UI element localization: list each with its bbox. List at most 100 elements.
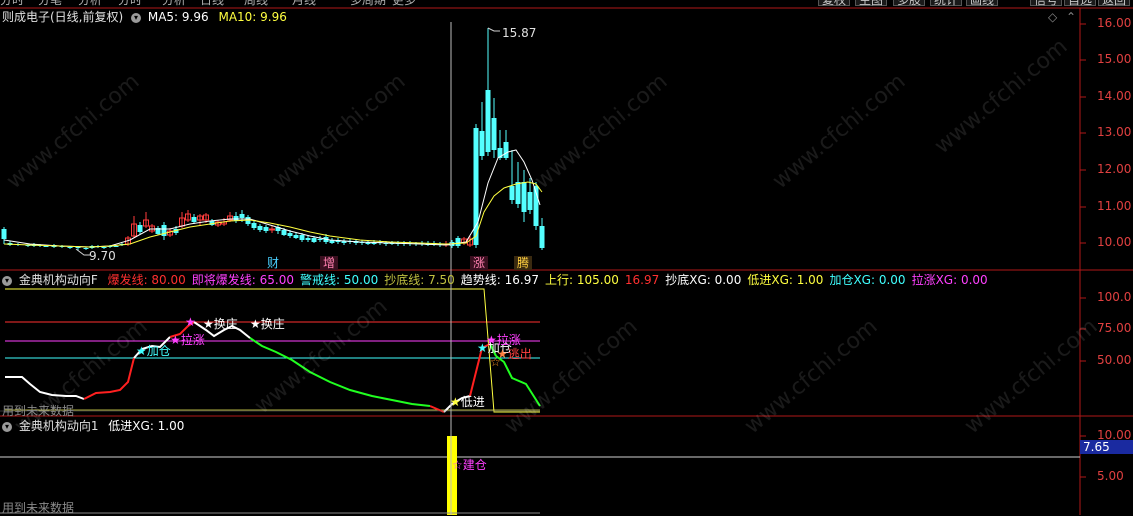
- y-tick-label: 75.00: [1097, 321, 1132, 335]
- toolbar-item[interactable]: 分析: [162, 0, 186, 7]
- candle-body: [137, 225, 143, 232]
- signal-huanzhuang-1: ★换庄: [203, 317, 238, 331]
- y-tick-label: 15.00: [1097, 52, 1132, 66]
- indicator1-value: 拉涨XG: 0.00: [911, 273, 988, 287]
- star-icon: ★: [486, 333, 497, 347]
- indicator1-value: 爆发线: 80.00: [107, 273, 186, 287]
- candle-body: [299, 235, 305, 240]
- candle-body: [43, 246, 49, 247]
- candle-body: [515, 182, 521, 204]
- star-icon: ★: [250, 317, 261, 331]
- toolbar-button[interactable]: 自选: [1064, 0, 1097, 7]
- signal-lazhang: ★拉涨: [170, 333, 205, 347]
- chevron-down-icon[interactable]: ▾: [131, 12, 142, 23]
- toolbar-item[interactable]: 多周期: [350, 0, 386, 7]
- toolbar-item[interactable]: 周线: [244, 0, 268, 7]
- high-mark-leader: [487, 27, 500, 32]
- indicator1-value: 抄底线: 7.50: [384, 273, 455, 287]
- chevron-up-icon[interactable]: ⌃: [1066, 10, 1076, 24]
- event-label-teng[interactable]: 腾: [514, 256, 533, 270]
- toolbar-button[interactable]: 多股: [893, 0, 926, 7]
- toolbar-button[interactable]: 统计: [930, 0, 963, 7]
- toolbar-item[interactable]: 月线: [292, 0, 316, 7]
- candle-body: [1, 229, 7, 239]
- event-label-zeng[interactable]: 增: [320, 256, 339, 270]
- candlestick-series: [1, 27, 545, 256]
- indicator2-plot: [0, 436, 1080, 515]
- toolbar-button[interactable]: 信号: [1030, 0, 1063, 7]
- stock-title[interactable]: 则成电子(日线,前复权): [2, 10, 123, 24]
- candle-body: [113, 246, 119, 247]
- candle-body: [67, 247, 73, 248]
- low-price-mark: 9.70: [89, 249, 116, 263]
- diamond-icon[interactable]: ◇: [1048, 10, 1057, 24]
- star-icon: ☆: [452, 458, 463, 472]
- star-icon: ★: [136, 344, 147, 358]
- candle-body: [485, 90, 491, 152]
- candle-body: [503, 142, 509, 158]
- toolbar-item[interactable]: 分时: [118, 0, 142, 7]
- ma10-label: MA10:: [218, 10, 257, 24]
- candle-body: [281, 230, 287, 235]
- signal-star-a: ★: [185, 315, 196, 329]
- ma5-label: MA5:: [147, 10, 179, 24]
- indicator1-value: 上行: 105.00: [545, 273, 619, 287]
- indicator1-value: 16.97: [624, 273, 660, 287]
- y-tick-label: 12.00: [1097, 162, 1132, 176]
- event-label-cai[interactable]: 财: [264, 256, 282, 270]
- candle-body: [293, 235, 299, 238]
- event-label-zhang[interactable]: 涨: [470, 256, 489, 270]
- toolbar-button[interactable]: 返回: [1098, 0, 1131, 7]
- candle-body: [521, 182, 527, 212]
- moving-averages: [3, 149, 543, 248]
- ind2-bar: [447, 436, 457, 515]
- signal-jiacang: ★加仓: [136, 344, 171, 358]
- y-tick-label: 13.00: [1097, 125, 1132, 139]
- toolbar-item[interactable]: 更多: [392, 0, 416, 7]
- candle-body: [239, 214, 245, 218]
- indicator2-name[interactable]: 金典机构动向1: [19, 419, 99, 433]
- indicator1-value: 抄底XG: 0.00: [665, 273, 742, 287]
- toolbar-button[interactable]: 复权: [818, 0, 851, 7]
- toolbar-button[interactable]: 画线: [966, 0, 999, 7]
- toolbar-item[interactable]: 分笔: [38, 0, 62, 7]
- candle-body: [263, 227, 269, 231]
- ind2-value-badge: 7.65: [1080, 440, 1133, 454]
- candle-body: [509, 186, 515, 200]
- toolbar-item[interactable]: 日线: [200, 0, 224, 7]
- panel-frames: [0, 7, 1133, 515]
- indicator2-header: ▾ 金典机构动向1 低进XG: 1.00: [2, 418, 184, 434]
- toolbar-item[interactable]: 分时: [0, 0, 24, 7]
- signal-huanzhuang-2: ★换庄: [250, 317, 285, 331]
- candle-body: [455, 238, 461, 246]
- future-data-note-1: 用到未来数据: [2, 404, 75, 418]
- candle-body: [479, 131, 485, 156]
- candle-body: [539, 226, 545, 248]
- candle-body: [491, 118, 497, 150]
- signal-dijin: ★低进: [450, 395, 485, 409]
- candle-body: [191, 217, 197, 222]
- chart-stage: [0, 7, 1133, 515]
- y-tick-label: 5.00: [1097, 469, 1124, 483]
- candle-body: [317, 239, 323, 240]
- chevron-down-icon[interactable]: ▾: [2, 421, 12, 432]
- indicator1-value: 加仓XG: 0.00: [829, 273, 906, 287]
- y-tick-label: 11.00: [1097, 199, 1132, 213]
- signal-taochu: ★逃出: [497, 347, 532, 361]
- candle-body: [101, 247, 107, 248]
- toolbar-item[interactable]: 分析: [78, 0, 102, 7]
- candle-body: [83, 248, 89, 249]
- star-icon: ★: [203, 317, 214, 331]
- ma5-value: 9.96: [181, 10, 209, 24]
- y-tick-label: 10.00: [1097, 235, 1132, 249]
- chevron-down-icon[interactable]: ▾: [2, 275, 12, 286]
- y-tick-label: 14.00: [1097, 89, 1132, 103]
- high-price-mark: 15.87: [502, 26, 537, 40]
- candle-body: [305, 238, 311, 240]
- indicator1-name[interactable]: 金典机构动向F: [19, 273, 98, 287]
- candle-body: [311, 238, 317, 242]
- future-data-note-2: 用到未来数据: [2, 501, 75, 515]
- toolbar-button[interactable]: 主图: [855, 0, 888, 7]
- indicator1-value: 低进XG: 1.00: [747, 273, 824, 287]
- y-tick-label: 50.00: [1097, 353, 1132, 367]
